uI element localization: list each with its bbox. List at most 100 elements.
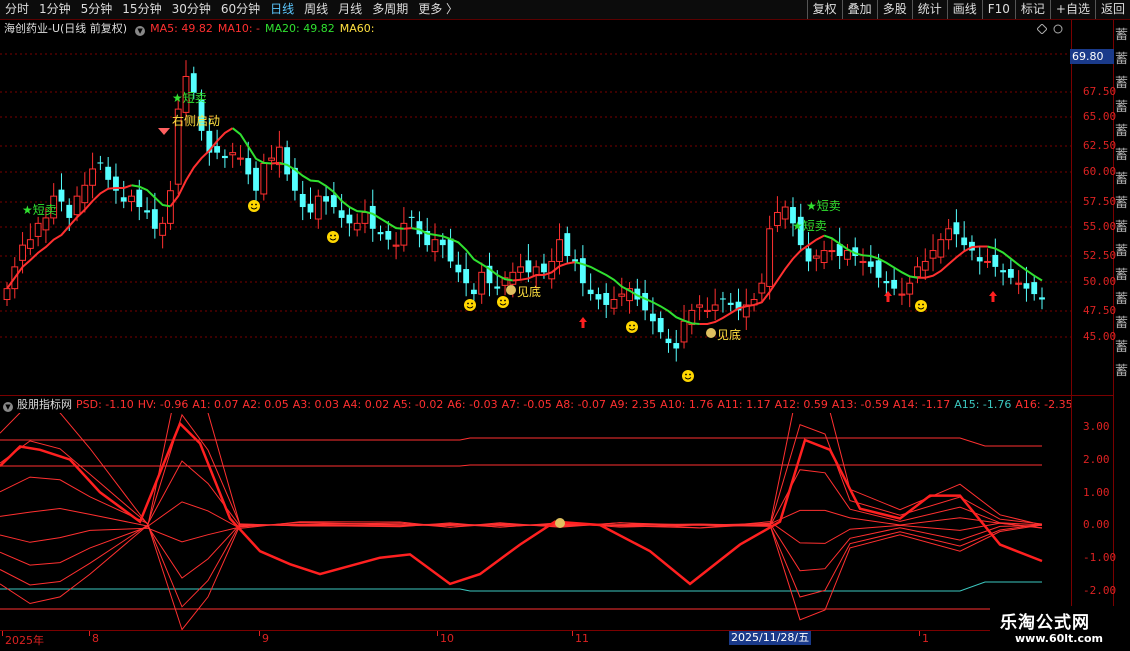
indicator-tick-1: 2.00 [1083, 453, 1110, 466]
candle [34, 216, 42, 247]
period-tab-1[interactable]: 1分钟 [34, 0, 76, 19]
period-tab-10[interactable]: 更多 〉 [413, 0, 463, 19]
toolbar-button-5[interactable]: F10 [981, 0, 1015, 19]
side-panel-char-13[interactable]: 蓄 [1115, 336, 1128, 355]
side-panel-char-2[interactable]: 蓄 [1115, 72, 1128, 91]
smiley-icon [497, 296, 509, 308]
period-tab-7[interactable]: 周线 [299, 0, 333, 19]
indicator-value-16: A15: -1.76 [954, 398, 1012, 411]
period-tab-9[interactable]: 多周期 [367, 0, 413, 19]
ma-line [403, 227, 412, 230]
candle [984, 248, 991, 268]
settings-circle-icon[interactable] [1053, 24, 1063, 34]
toolbar-button-2[interactable]: 多股 [876, 0, 912, 19]
candle [720, 291, 726, 313]
side-panel-char-12[interactable]: 蓄 [1115, 312, 1128, 331]
side-panel-char-7[interactable]: 蓄 [1115, 192, 1128, 211]
indicator-chart[interactable] [0, 413, 1072, 630]
smiley-icon [248, 200, 260, 212]
side-panel-char-14[interactable]: 蓄 [1115, 360, 1128, 379]
candle [284, 140, 291, 181]
candle [1039, 287, 1045, 310]
period-tab-4[interactable]: 30分钟 [167, 0, 216, 19]
candle [431, 223, 439, 262]
candle [579, 245, 586, 297]
side-panel-char-9[interactable]: 蓄 [1115, 240, 1128, 259]
price-tick-5: 55.00 [1083, 220, 1117, 233]
candle [781, 200, 789, 229]
fan-line [0, 524, 1043, 630]
indicator-value-7: A6: -0.03 [447, 398, 498, 411]
candlestick-chart[interactable]: ★短卖★短卖★短卖★短卖右侧启动见底见底 [0, 38, 1072, 395]
toolbar-button-4[interactable]: 画线 [946, 0, 982, 19]
candle [812, 249, 820, 272]
candle [268, 145, 276, 171]
candle [657, 311, 664, 339]
sell-signal: ★短卖 [792, 219, 827, 233]
smiley-icon [915, 300, 927, 312]
candle [665, 328, 672, 353]
period-tab-6[interactable]: 日线 [265, 0, 299, 19]
indicator-value-2: A1: 0.07 [192, 398, 239, 411]
candle [859, 248, 867, 276]
collapse-indicator-icon[interactable]: ▼ [3, 402, 13, 412]
candle [961, 221, 968, 252]
side-panel-char-3[interactable]: 蓄 [1115, 96, 1128, 115]
toolbar-button-7[interactable]: +自选 [1049, 0, 1095, 19]
side-panel-char-1[interactable]: 蓄 [1115, 48, 1128, 67]
toolbar-button-6[interactable]: 标记 [1014, 0, 1050, 19]
candle [1031, 275, 1038, 301]
period-tab-5[interactable]: 60分钟 [216, 0, 265, 19]
toolbar-button-0[interactable]: 复权 [806, 0, 842, 19]
candle [174, 96, 182, 194]
candle [711, 288, 719, 321]
candle [548, 248, 556, 289]
axis-divider [1071, 20, 1072, 650]
candle [688, 303, 696, 335]
toolbar-button-8[interactable]: 返回 [1094, 0, 1130, 19]
side-panel-char-5[interactable]: 蓄 [1115, 144, 1128, 163]
period-tab-2[interactable]: 5分钟 [76, 0, 118, 19]
date-label-3: 10 [440, 632, 454, 645]
right-side-panel[interactable]: 蓄蓄蓄蓄蓄蓄蓄蓄蓄蓄蓄蓄蓄蓄蓄 [1114, 20, 1130, 630]
side-panel-char-6[interactable]: 蓄 [1115, 168, 1128, 187]
candle [945, 219, 953, 250]
candle [447, 228, 454, 268]
side-panel-char-4[interactable]: 蓄 [1115, 120, 1128, 139]
selected-date: 2025/11/28/五 [729, 631, 812, 645]
indicator-tick-0: 3.00 [1083, 420, 1110, 433]
indicator-tick-4: -1.00 [1083, 551, 1117, 564]
side-panel-char-0[interactable]: 蓄 [1115, 24, 1128, 43]
period-tab-8[interactable]: 月线 [333, 0, 367, 19]
candle [299, 180, 306, 221]
candle [486, 252, 493, 297]
candle [105, 156, 112, 190]
indicator-value-14: A13: -0.59 [831, 398, 890, 411]
side-panel-char-11[interactable]: 蓄 [1115, 288, 1128, 307]
diamond-icon[interactable] [1037, 24, 1047, 34]
side-panel-char-10[interactable]: 蓄 [1115, 264, 1128, 283]
candle [478, 262, 486, 304]
candle [120, 180, 127, 209]
candle [634, 278, 641, 307]
candle [463, 252, 470, 297]
period-tab-3[interactable]: 15分钟 [117, 0, 166, 19]
candle [314, 189, 322, 229]
brand-url: www.60lt.com [1015, 632, 1104, 645]
up-arrow-icon [579, 317, 587, 328]
indicator-value-3: A2: 0.05 [242, 398, 289, 411]
period-tab-0[interactable]: 分时 [0, 0, 34, 19]
candle [595, 287, 602, 310]
money-bag-icon [706, 328, 716, 338]
candle [742, 288, 750, 330]
ma5-value: MA5: 49.82 [150, 22, 213, 35]
collapse-main-icon[interactable]: ▼ [135, 26, 146, 36]
side-panel-char-8[interactable]: 蓄 [1115, 216, 1128, 235]
indicator-value-6: A5: -0.02 [393, 398, 444, 411]
candle [307, 187, 314, 220]
indicator-value-12: A11: 1.17 [717, 398, 771, 411]
toolbar-button-1[interactable]: 叠加 [841, 0, 877, 19]
candle [26, 223, 34, 255]
toolbar-button-3[interactable]: 统计 [911, 0, 947, 19]
candle [237, 145, 244, 166]
